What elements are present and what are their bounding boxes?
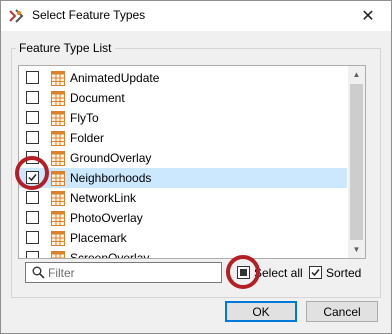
select-all-checkbox-highlight	[226, 255, 260, 289]
feature-type-label: Folder	[70, 131, 105, 145]
feature-type-table-icon	[51, 171, 65, 186]
feature-type-label: PhotoOverlay	[70, 211, 143, 225]
sorted-label[interactable]: Sorted	[326, 266, 361, 280]
close-button[interactable]: ✕	[345, 1, 391, 31]
feature-type-row[interactable]: Document	[19, 88, 347, 108]
fme-workbench-icon	[9, 9, 24, 23]
title-bar[interactable]: Select Feature Types ✕	[1, 1, 391, 31]
feature-type-table-icon	[51, 71, 65, 86]
feature-type-row[interactable]: FlyTo	[19, 108, 347, 128]
feature-type-label: Document	[70, 91, 125, 105]
select-feature-types-dialog: Select Feature Types ✕ Feature Type List…	[0, 0, 392, 334]
feature-type-label: ScreenOverlay	[70, 251, 150, 259]
feature-type-label: NetworkLink	[70, 191, 137, 205]
scroll-thumb[interactable]	[350, 84, 363, 240]
feature-type-table-icon	[51, 191, 65, 206]
feature-type-label: AnimatedUpdate	[70, 71, 160, 85]
feature-type-table-icon	[51, 111, 65, 126]
feature-type-row[interactable]: NetworkLink	[19, 188, 347, 208]
scroll-down-button[interactable]: ▼	[348, 241, 365, 258]
feature-type-row[interactable]: Folder	[19, 128, 347, 148]
feature-type-listbox[interactable]: ScreenOverlay Placemark PhotoOverlay Networ…	[18, 65, 366, 259]
scroll-up-button[interactable]: ▲	[348, 66, 365, 83]
search-icon	[32, 266, 45, 279]
feature-type-row[interactable]: ScreenOverlay	[19, 248, 347, 259]
feature-type-label: GroundOverlay	[70, 151, 152, 165]
feature-type-label: Placemark	[70, 231, 127, 245]
feature-type-checkbox[interactable]	[26, 111, 39, 124]
feature-type-table-icon	[51, 231, 65, 246]
scroll-down-icon: ▼	[352, 245, 361, 254]
filter-field[interactable]	[25, 262, 222, 283]
scroll-up-icon: ▲	[352, 70, 361, 79]
feature-type-row[interactable]: GroundOverlay	[19, 148, 347, 168]
group-label: Feature Type List	[16, 41, 115, 55]
feature-type-checkbox[interactable]	[26, 251, 39, 258]
feature-type-label: FlyTo	[70, 111, 99, 125]
feature-type-checkbox[interactable]	[26, 191, 39, 204]
window-title: Select Feature Types	[32, 8, 146, 22]
feature-type-checkbox[interactable]	[26, 211, 39, 224]
close-icon: ✕	[361, 8, 375, 25]
filter-input[interactable]	[48, 264, 218, 281]
feature-type-table-icon	[51, 91, 65, 106]
sorted-checkbox[interactable]	[309, 266, 322, 279]
feature-type-row[interactable]: Neighborhoods	[19, 168, 347, 188]
ok-button[interactable]: OK	[225, 301, 297, 322]
select-all-label[interactable]: Select all	[254, 266, 303, 280]
feature-type-checkbox[interactable]	[26, 131, 39, 144]
feature-type-checkbox[interactable]	[26, 231, 39, 244]
feature-type-table-icon	[51, 211, 65, 226]
feature-type-row[interactable]: AnimatedUpdate	[19, 68, 347, 88]
feature-type-table-icon	[51, 251, 65, 258]
cancel-button[interactable]: Cancel	[306, 301, 378, 322]
vertical-scrollbar[interactable]: ▲ ▼	[348, 66, 365, 258]
feature-type-row[interactable]: Placemark	[19, 228, 347, 248]
checkmark-icon	[311, 269, 320, 277]
feature-type-label: Neighborhoods	[70, 171, 152, 185]
feature-type-table-icon	[51, 151, 65, 166]
feature-type-row[interactable]: PhotoOverlay	[19, 208, 347, 228]
feature-type-checkbox[interactable]	[26, 91, 39, 104]
neighborhoods-checkbox-highlight	[15, 156, 49, 190]
feature-type-table-icon	[51, 131, 65, 146]
feature-type-checkbox[interactable]	[26, 71, 39, 84]
